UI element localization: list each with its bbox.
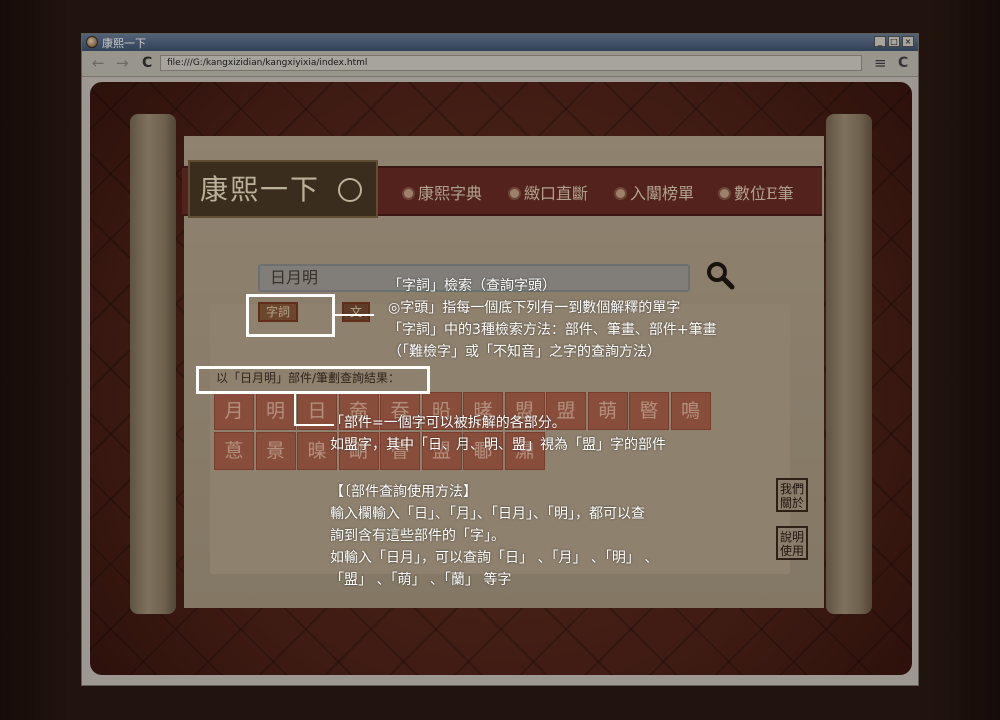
logo-text: 康熙一下 [200,173,321,206]
close-button[interactable]: × [902,36,914,47]
scroll-rod-left [130,114,176,614]
result-char-cell[interactable]: 鳴 [670,392,711,430]
about-us-stamp[interactable]: 我們 關於 [776,478,808,512]
browser-toolbar: ← → C file:///G:/kangxizidian/kangxiyixi… [82,51,918,77]
about-us-label: 我們 關於 [779,482,804,510]
minimize-button[interactable]: _ [874,36,886,47]
menu-ranking[interactable]: 入闈榜單 [614,180,694,204]
flower-icon [402,187,415,200]
site-logo[interactable]: 康熙一下 [188,160,378,218]
address-bar[interactable]: file:///G:/kangxizidian/kangxiyixia/inde… [160,55,862,71]
tab-other[interactable]: 文 [342,302,371,322]
usage-guide-label: 說明 使用 [779,530,804,558]
results-label-highlight-box [196,366,430,394]
result-char-cell[interactable]: 明 [255,392,296,430]
window-title: 康熙一下 [102,37,146,50]
scroll-rod-right [826,114,872,614]
tab-highlight-box [246,294,335,337]
usage-guide-stamp[interactable]: 說明 使用 [776,526,808,560]
reload-right-icon[interactable]: C [898,55,908,71]
forward-icon[interactable]: → [116,55,129,71]
flower-icon [718,187,731,200]
app-icon [86,36,98,48]
connector-line [294,424,334,426]
maximize-button[interactable]: □ [888,36,900,47]
connector-line [334,314,374,316]
tab-annotation: 「字詞」檢索（查詢字頭） ◎字頭」指每一個底下列有一到數個解釋的單字 「字詞」中… [388,278,717,360]
flower-icon [614,187,627,200]
result-char-cell[interactable]: 月 [214,392,254,430]
usage-annotation: 【〔部件查詢使用方法】 輸入欄輸入「日」、「月」、「日月」、「明」，都可以查 詢… [330,484,659,588]
connector-line [294,394,296,426]
menu-digital-pen[interactable]: 數位E筆 [718,180,794,204]
parts-annotation: 「部件=一個字可以被拆解的各部分。 如盟字，其中「日、月、明、盟」視為「盟」字的… [330,415,666,453]
menu-zhikou[interactable]: 緻口直斷 [508,180,588,204]
logo-seal [338,178,362,202]
reload-icon[interactable]: C [142,55,152,71]
menu-icon[interactable]: ≡ [874,55,887,71]
result-char-cell[interactable]: 㬌 [255,432,296,470]
menu-kangxi-dictionary[interactable]: 康熙字典 [402,180,482,204]
result-char-cell[interactable]: 蒠 [214,432,254,470]
title-bar: 康熙一下 _ □ × [82,34,918,51]
back-icon[interactable]: ← [92,55,105,71]
flower-icon [508,187,521,200]
